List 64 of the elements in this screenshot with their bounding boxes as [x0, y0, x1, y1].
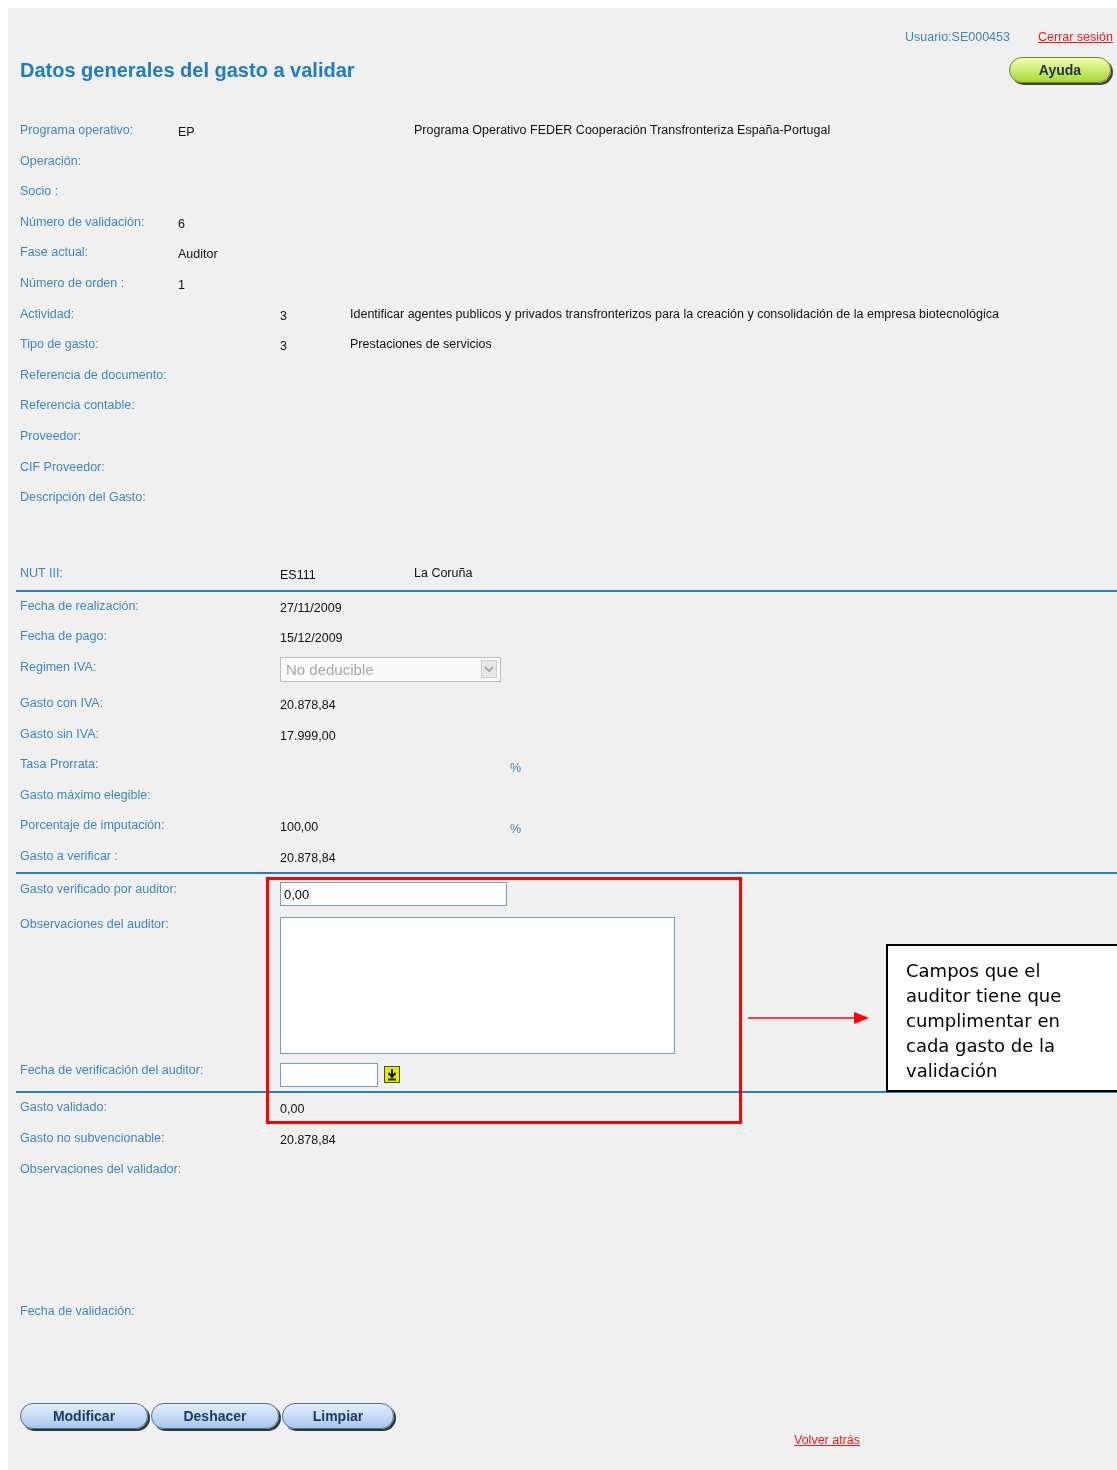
field-label: Fecha de realización:: [20, 598, 140, 613]
field-label: Referencia de documento:: [20, 367, 168, 382]
field-label: Gasto sin IVA:: [20, 726, 100, 741]
field-value: 20.878,84: [280, 697, 336, 712]
field-label: Referencia contable:: [20, 398, 136, 413]
chevron-down-icon: [481, 660, 497, 679]
field-description: Prestaciones de servicios: [350, 337, 492, 352]
percent-unit: %: [510, 760, 522, 776]
form-button[interactable]: Limpiar: [282, 1403, 394, 1430]
field-label: Observaciones del validador:: [20, 1161, 183, 1176]
calendar-download-icon[interactable]: [384, 1066, 400, 1084]
field-label: Fase actual:: [20, 245, 90, 260]
field-value: 100,00: [280, 820, 319, 835]
logout-link[interactable]: Cerrar sesión: [1037, 28, 1113, 46]
amount-input[interactable]: 0,00: [280, 882, 507, 907]
field-label: Gasto verificado por auditor:: [20, 882, 179, 897]
field-label: Número de orden :: [20, 275, 126, 290]
field-description: Identificar agentes publicos y privados transfronterizos para la creación y consolidación de la empresa biotecnológica: [350, 306, 999, 321]
field-label: Gasto máximo elegible:: [20, 787, 152, 802]
field-value: 15/12/2009: [280, 631, 343, 646]
field-value: Auditor: [178, 247, 218, 262]
percent-unit: %: [510, 821, 522, 837]
field-label: Proveedor:: [20, 428, 83, 443]
field-label: Fecha de pago:: [20, 629, 108, 644]
field-value: 20.878,84: [280, 850, 336, 865]
field-label: Operación:: [20, 153, 83, 168]
field-label: Fecha de validación:: [20, 1303, 136, 1318]
field-label: Tipo de gasto:: [20, 337, 100, 352]
field-value: 3: [280, 339, 287, 354]
field-value: EP: [178, 125, 195, 139]
field-value: 3: [280, 308, 287, 323]
field-label: Gasto no subvencionable:: [20, 1131, 166, 1146]
field-value: 20.878,84: [280, 1133, 336, 1148]
field-label: Observaciones del auditor:: [20, 917, 170, 932]
field-label: Gasto con IVA:: [20, 695, 105, 710]
callout-note: Campos que el auditor tiene que cumplimentar en cada gasto de la validación: [886, 944, 1117, 1092]
date-input[interactable]: [280, 1063, 378, 1088]
page-title: Datos generales del gasto a validar: [20, 58, 355, 82]
field-label: Gasto validado:: [20, 1100, 108, 1115]
field-description: Programa Operativo FEDER Cooperación Transfronteriza España-Portugal: [414, 123, 831, 137]
field-label: Número de validación:: [20, 214, 146, 229]
field-label: Actividad:: [20, 306, 76, 321]
field-value: 17.999,00: [280, 728, 336, 743]
user-id: Usuario:SE000453: [905, 29, 1010, 46]
form-button[interactable]: Deshacer: [151, 1403, 279, 1430]
field-label: CIF Proveedor:: [20, 459, 106, 474]
back-link[interactable]: Volver atrás: [794, 1433, 860, 1448]
field-value: ES111: [280, 568, 316, 583]
field-label: Descripción del Gasto:: [20, 490, 147, 505]
help-button[interactable]: Ayuda: [1009, 57, 1111, 83]
field-label: Socio :: [20, 184, 60, 199]
field-label: Programa operativo:: [20, 123, 135, 137]
field-label: Porcentaje de imputación:: [20, 818, 166, 833]
field-value: 0,00: [280, 1102, 305, 1117]
form-button[interactable]: Modificar: [20, 1403, 148, 1430]
field-description: La Coruña: [414, 566, 473, 581]
field-label: Gasto a verificar :: [20, 848, 119, 863]
field-label: NUT III:: [20, 566, 64, 581]
field-value: 6: [178, 216, 185, 231]
field-label: Fecha de verificación del auditor:: [20, 1063, 205, 1078]
field-label: Regimen IVA:: [20, 659, 98, 674]
field-value: 1: [178, 277, 185, 292]
field-label: Tasa Prorrata:: [20, 757, 100, 772]
field-value: 27/11/2009: [280, 600, 342, 615]
